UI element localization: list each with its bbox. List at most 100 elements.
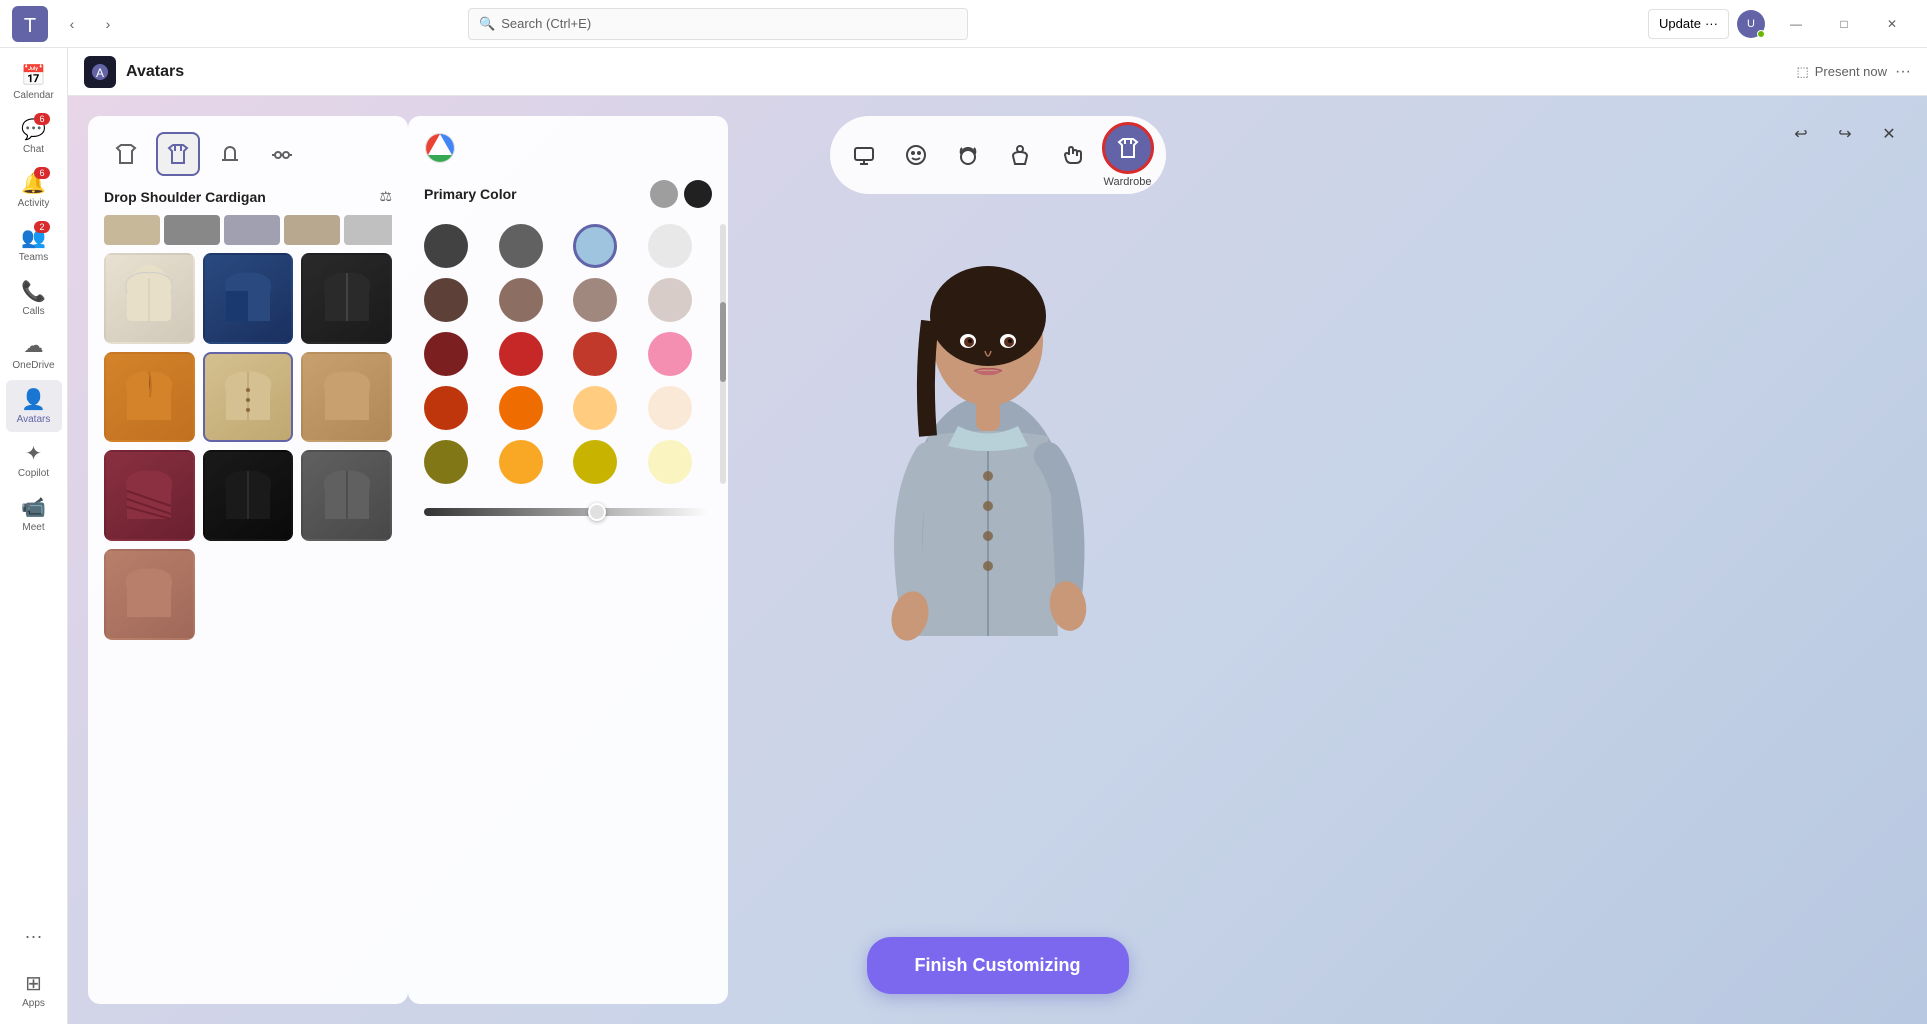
- tab-hat[interactable]: [208, 132, 252, 176]
- clothing-item-6[interactable]: [301, 352, 392, 443]
- workspace: Drop Shoulder Cardigan ⚖: [68, 96, 1927, 1024]
- present-icon: ⬚: [1796, 64, 1808, 80]
- toolbar-present-button[interactable]: [842, 133, 886, 177]
- filter-button[interactable]: ⚖: [379, 188, 392, 205]
- swatch-pink[interactable]: [648, 332, 692, 376]
- swatch-orange-3[interactable]: [573, 386, 617, 430]
- sidebar-item-apps[interactable]: ⊞ Apps: [6, 964, 62, 1016]
- clothing-scroll[interactable]: [104, 253, 392, 988]
- clothing-item-2[interactable]: [203, 253, 294, 344]
- clothing-item-5[interactable]: [203, 352, 294, 443]
- swatch-red-3[interactable]: [573, 332, 617, 376]
- user-avatar: U: [1737, 10, 1765, 38]
- swatch-red-2[interactable]: [499, 332, 543, 376]
- sidebar-item-meet[interactable]: 📹 Meet: [6, 488, 62, 540]
- titlebar-right: Update ··· U — □ ✕: [1648, 8, 1915, 40]
- sidebar-item-activity[interactable]: 🔔 6 Activity: [6, 164, 62, 216]
- strip-item-5[interactable]: [344, 215, 392, 245]
- swatch-brown-3[interactable]: [573, 278, 617, 322]
- tab-jacket[interactable]: [156, 132, 200, 176]
- present-now-label: Present now: [1815, 64, 1887, 79]
- teams-nav-icon: 👥 2: [21, 225, 46, 250]
- slider-thumb[interactable]: [588, 503, 606, 521]
- strip-item-4[interactable]: [284, 215, 340, 245]
- sidebar-item-chat[interactable]: 💬 6 Chat: [6, 110, 62, 162]
- sidebar-item-calendar[interactable]: 📅 Calendar: [6, 56, 62, 108]
- swatch-yellow-3[interactable]: [573, 440, 617, 484]
- redo-button[interactable]: ↪: [1827, 116, 1863, 152]
- swatch-yellow-1[interactable]: [424, 440, 468, 484]
- update-label: Update: [1659, 16, 1701, 31]
- primary-swatches: [650, 180, 712, 208]
- primary-swatch-black[interactable]: [684, 180, 712, 208]
- status-dot: [1757, 30, 1765, 38]
- swatch-light-gray[interactable]: [648, 224, 692, 268]
- finish-customizing-button[interactable]: Finish Customizing: [867, 937, 1129, 994]
- strip-item-1[interactable]: [104, 215, 160, 245]
- tab-shirt[interactable]: [104, 132, 148, 176]
- sidebar-label-avatars: Avatars: [17, 414, 51, 425]
- swatch-light-blue[interactable]: [573, 224, 617, 268]
- toolbar-gesture: [1050, 133, 1094, 177]
- close-editor-button[interactable]: ✕: [1871, 116, 1907, 152]
- toolbar-hair-button[interactable]: [946, 133, 990, 177]
- clothing-item-1[interactable]: [104, 253, 195, 344]
- toolbar-wardrobe-button[interactable]: [1102, 122, 1154, 174]
- content-area: A Avatars ⬚ Present now ···: [68, 48, 1927, 1024]
- scrollbar-thumb[interactable]: [720, 302, 726, 382]
- clothing-item-3[interactable]: [301, 253, 392, 344]
- swatch-orange-4[interactable]: [648, 386, 692, 430]
- undo-button[interactable]: ↩: [1783, 116, 1819, 152]
- maximize-button[interactable]: □: [1821, 8, 1867, 40]
- swatch-brown-2[interactable]: [499, 278, 543, 322]
- toolbar-present: [842, 133, 886, 177]
- toolbar-body-button[interactable]: [998, 133, 1042, 177]
- primary-swatch-gray[interactable]: [650, 180, 678, 208]
- teams-badge: 2: [34, 221, 50, 233]
- strip-item-2[interactable]: [164, 215, 220, 245]
- sidebar-label-meet: Meet: [22, 522, 44, 533]
- color-slider[interactable]: [424, 508, 712, 516]
- sidebar-item-teams[interactable]: 👥 2 Teams: [6, 218, 62, 270]
- search-placeholder: Search (Ctrl+E): [501, 16, 591, 31]
- sidebar-item-onedrive[interactable]: ☁ OneDrive: [6, 326, 62, 378]
- search-bar[interactable]: 🔍 Search (Ctrl+E): [468, 8, 968, 40]
- close-button[interactable]: ✕: [1869, 8, 1915, 40]
- swatch-dark-gray-2[interactable]: [499, 224, 543, 268]
- strip-item-3[interactable]: [224, 215, 280, 245]
- sidebar-item-copilot[interactable]: ✦ Copilot: [6, 434, 62, 486]
- clothing-item-10[interactable]: [104, 549, 195, 640]
- minimize-button[interactable]: —: [1773, 8, 1819, 40]
- swatch-dark-gray-1[interactable]: [424, 224, 468, 268]
- sidebar-label-copilot: Copilot: [18, 468, 49, 479]
- clothing-item-8[interactable]: [203, 450, 294, 541]
- sidebar-item-calls[interactable]: 📞 Calls: [6, 272, 62, 324]
- swatch-yellow-2[interactable]: [499, 440, 543, 484]
- clothing-item-7[interactable]: [104, 450, 195, 541]
- titlebar: T ‹ › 🔍 Search (Ctrl+E) Update ··· U — □…: [0, 0, 1927, 48]
- swatch-brown-1[interactable]: [424, 278, 468, 322]
- swatch-orange-1[interactable]: [424, 386, 468, 430]
- edit-controls: ↩ ↪ ✕: [1783, 116, 1907, 152]
- sidebar-item-avatars[interactable]: 👤 Avatars: [6, 380, 62, 432]
- toolbar-gesture-button[interactable]: [1050, 133, 1094, 177]
- app-header-right: ⬚ Present now ···: [1796, 63, 1911, 81]
- back-button[interactable]: ‹: [56, 8, 88, 40]
- toolbar-face-button[interactable]: [894, 133, 938, 177]
- clothing-item-4[interactable]: [104, 352, 195, 443]
- wardrobe-heading: Drop Shoulder Cardigan ⚖: [104, 188, 392, 205]
- swatch-yellow-4[interactable]: [648, 440, 692, 484]
- wardrobe-title: Drop Shoulder Cardigan: [104, 189, 266, 205]
- tab-glasses[interactable]: [260, 132, 304, 176]
- clothing-item-9[interactable]: [301, 450, 392, 541]
- swatch-brown-4[interactable]: [648, 278, 692, 322]
- sidebar-more-button[interactable]: ···: [6, 910, 62, 962]
- app-more-button[interactable]: ···: [1895, 63, 1911, 81]
- forward-button[interactable]: ›: [92, 8, 124, 40]
- update-button[interactable]: Update ···: [1648, 9, 1729, 39]
- swatch-red-1[interactable]: [424, 332, 468, 376]
- present-now-button[interactable]: ⬚ Present now: [1796, 64, 1887, 80]
- update-dots: ···: [1705, 16, 1718, 31]
- swatch-orange-2[interactable]: [499, 386, 543, 430]
- avatars-icon: 👤: [21, 387, 46, 412]
